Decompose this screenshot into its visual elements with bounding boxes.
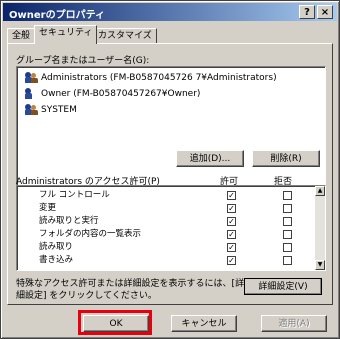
advanced-button[interactable]: 詳細設定(V) xyxy=(244,278,322,295)
deny-checkbox[interactable] xyxy=(283,191,292,200)
tab-security[interactable]: セキュリティ xyxy=(34,25,98,44)
permissions-scrollbar[interactable]: ▲ ▼ xyxy=(315,186,325,270)
user-name: Owner (FM-B05870457267¥Owner) xyxy=(41,89,201,99)
permission-name: フル コントロール xyxy=(39,190,110,200)
properties-dialog: Ownerのプロパティ ? × 全般 セキュリティ カスタマイズ グループ名また… xyxy=(0,0,340,339)
user-icon xyxy=(25,88,38,99)
deny-checkbox[interactable] xyxy=(283,217,292,226)
users-group-icon xyxy=(25,104,38,115)
add-button[interactable]: 追加(D)... xyxy=(176,150,244,167)
permission-name: 読み取り xyxy=(39,242,74,252)
apply-button[interactable]: 適用(A) xyxy=(261,315,327,332)
allow-checkbox[interactable]: ✓ xyxy=(227,256,236,265)
allow-checkbox[interactable]: ✓ xyxy=(227,230,236,239)
list-item[interactable]: Owner (FM-B05870457267¥Owner) xyxy=(25,87,200,101)
permission-name: 読み取りと実行 xyxy=(39,216,99,226)
allow-checkbox[interactable]: ✓ xyxy=(227,243,236,252)
scroll-up-icon[interactable]: ▲ xyxy=(315,186,325,196)
permissions-list[interactable]: フル コントロール ✓ 変更 ✓ 読み取りと実行 ✓ フォルダの内容の一覧表示 … xyxy=(16,185,326,271)
table-row: 読み取り ✓ xyxy=(17,242,317,253)
permission-name: フォルダの内容の一覧表示 xyxy=(39,229,142,239)
security-panel: グループ名またはユーザー名(G): Administrators (FM-B05… xyxy=(7,43,333,305)
cancel-button[interactable]: キャンセル xyxy=(171,315,237,332)
window-title: Ownerのプロパティ xyxy=(9,10,105,21)
allow-checkbox[interactable]: ✓ xyxy=(227,191,236,200)
info-text-line-2: 細設定] をクリックしてください。 xyxy=(16,291,157,301)
close-button[interactable]: × xyxy=(317,5,333,19)
user-name: Administrators (FM-B0587045726 7¥Adminis… xyxy=(41,73,277,83)
table-row: 変更 ✓ xyxy=(17,203,317,214)
allow-checkbox[interactable]: ✓ xyxy=(227,217,236,226)
user-list[interactable]: Administrators (FM-B0587045726 7¥Adminis… xyxy=(16,66,326,186)
tab-customize[interactable]: カスタマイズ xyxy=(93,28,157,44)
list-item[interactable]: SYSTEM xyxy=(25,103,77,117)
deny-checkbox[interactable] xyxy=(283,243,292,252)
deny-checkbox[interactable] xyxy=(283,230,292,239)
title-bar[interactable]: Ownerのプロパティ ? × xyxy=(3,3,337,21)
scroll-down-icon[interactable]: ▼ xyxy=(315,260,325,270)
ok-highlight-box xyxy=(78,310,152,335)
table-row: フォルダの内容の一覧表示 ✓ xyxy=(17,229,317,240)
help-button[interactable]: ? xyxy=(299,5,315,19)
table-row: 読み取りと実行 ✓ xyxy=(17,216,317,227)
table-row: フル コントロール ✓ xyxy=(17,190,317,201)
remove-button[interactable]: 削除(R) xyxy=(252,150,320,167)
user-name: SYSTEM xyxy=(41,105,77,115)
allow-checkbox[interactable]: ✓ xyxy=(227,204,236,213)
permission-name: 変更 xyxy=(39,203,57,213)
users-group-icon xyxy=(25,72,38,83)
permission-name: 書き込み xyxy=(39,255,74,265)
list-item[interactable]: Administrators (FM-B0587045726 7¥Adminis… xyxy=(25,71,277,85)
groups-label: グループ名またはユーザー名(G): xyxy=(16,56,150,66)
table-row: 書き込み ✓ xyxy=(17,255,317,266)
tab-general[interactable]: 全般 xyxy=(7,28,36,44)
deny-checkbox[interactable] xyxy=(283,256,292,265)
deny-checkbox[interactable] xyxy=(283,204,292,213)
